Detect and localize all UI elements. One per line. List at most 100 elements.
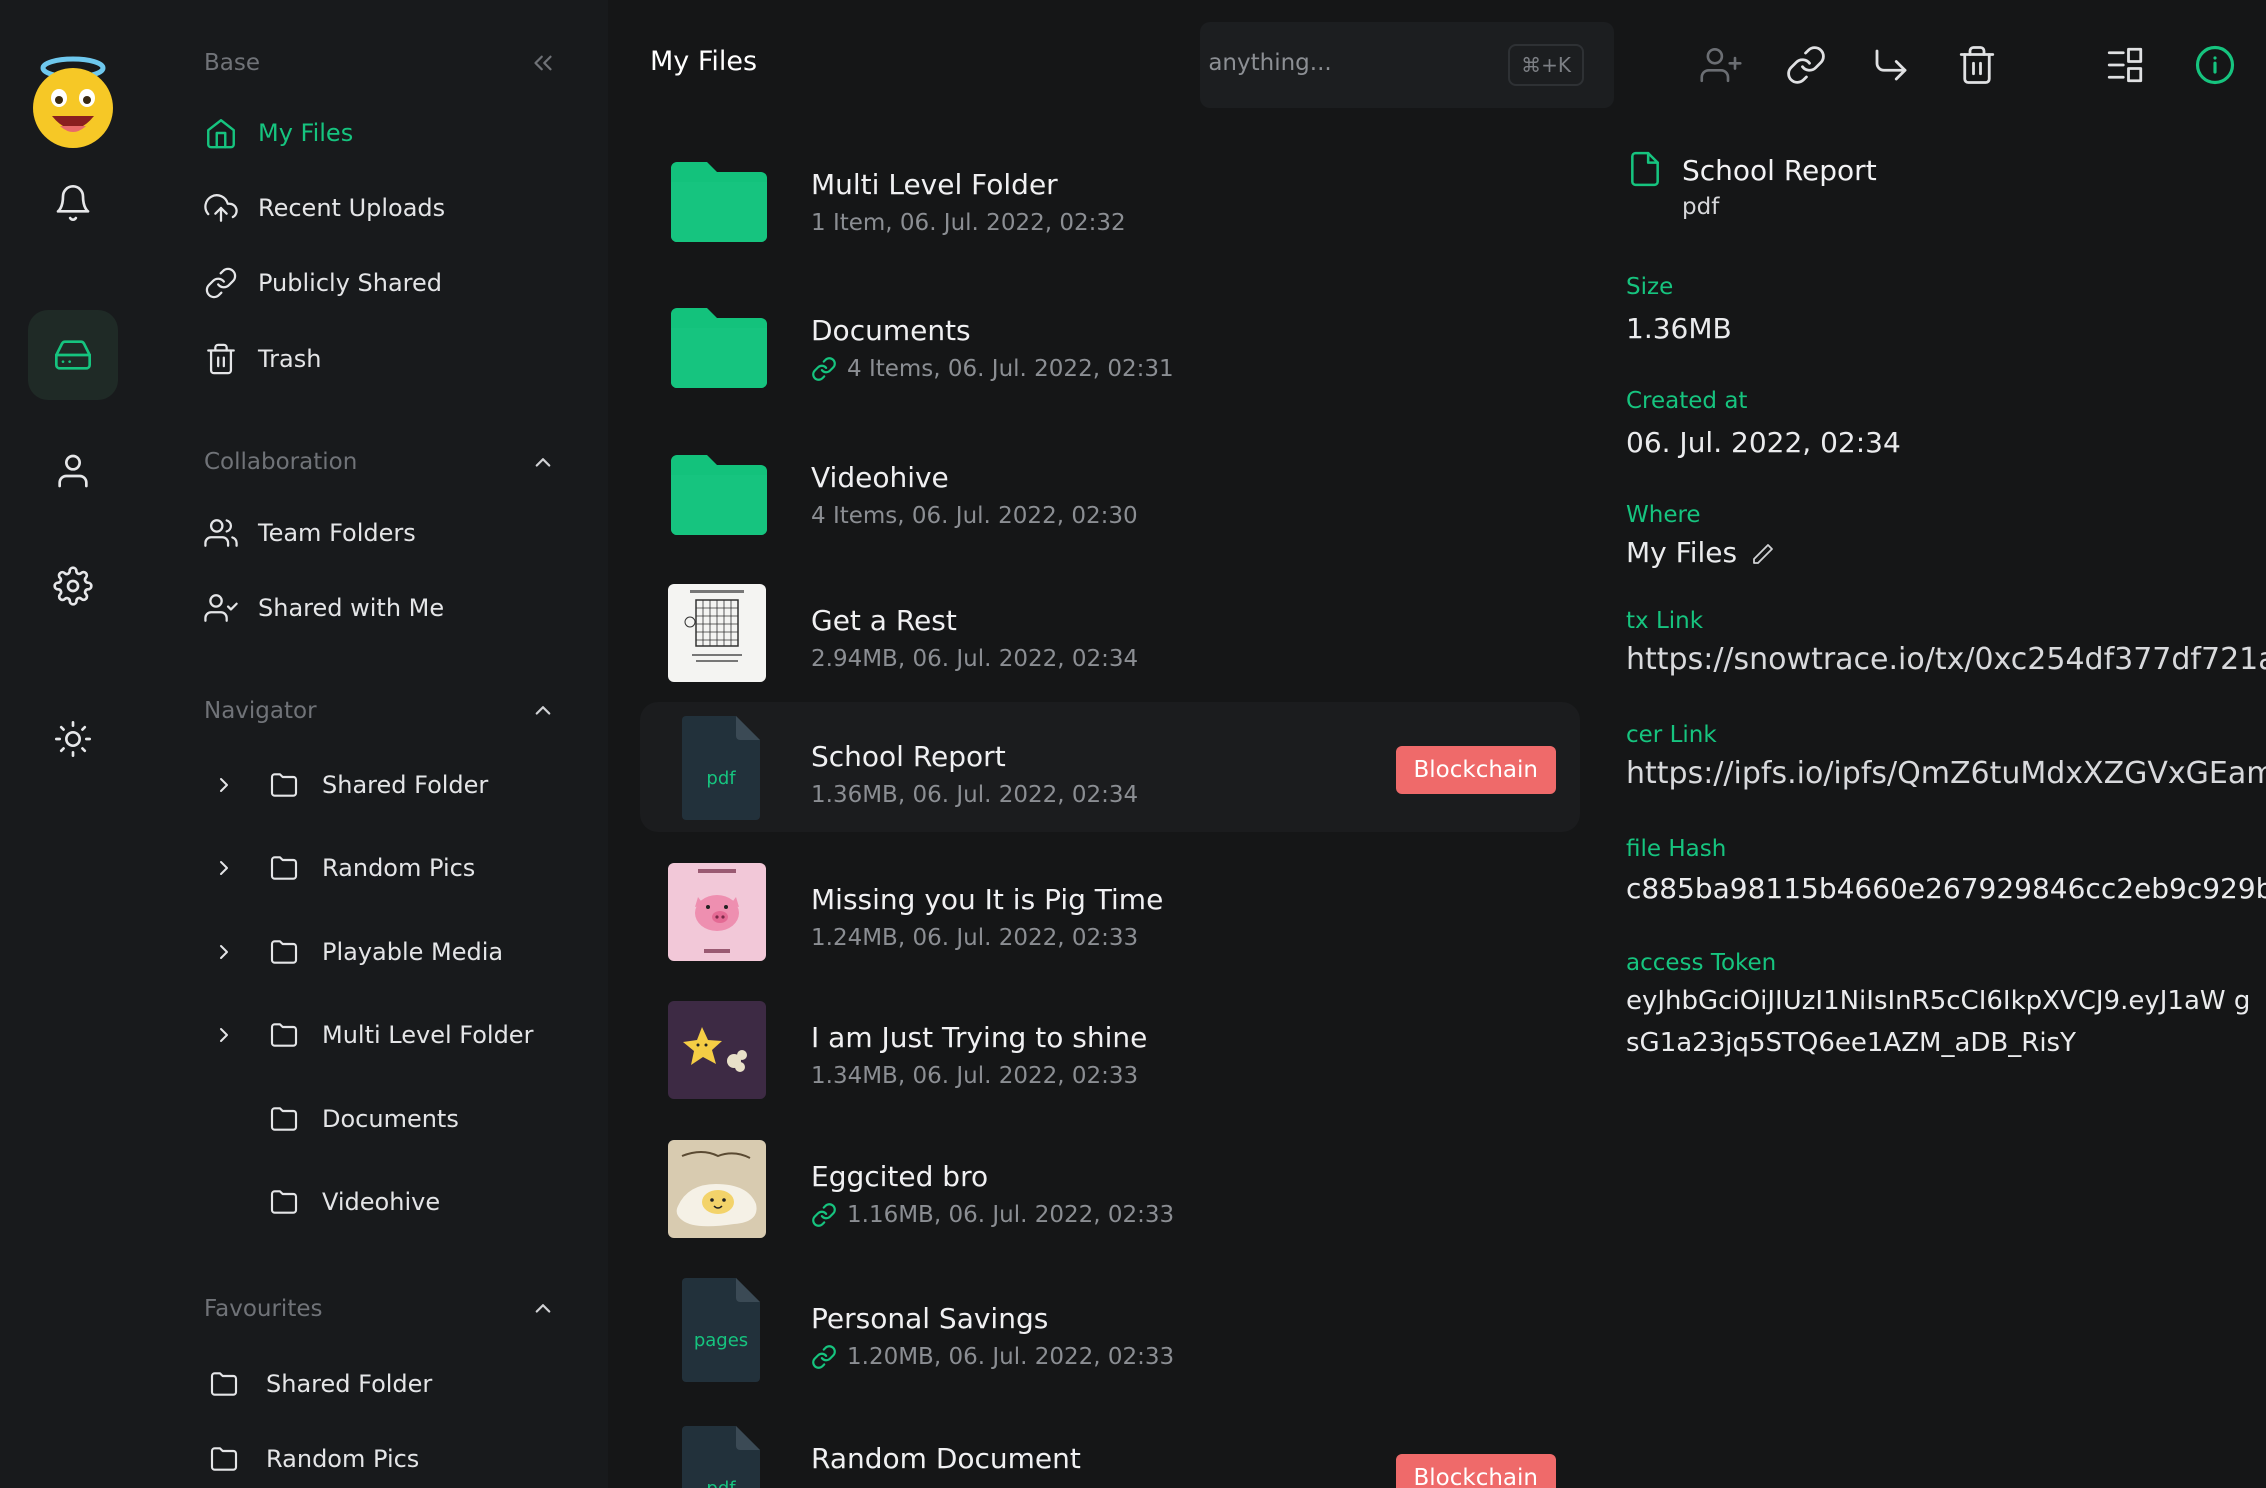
file-meta: 1.36MB, 06. Jul. 2022, 02:34 [811, 782, 1138, 808]
navigator-item-videohive[interactable]: Videohive [266, 1177, 440, 1227]
file-name: Documents [811, 314, 971, 347]
chevron-right-icon[interactable] [212, 856, 236, 880]
navigator-item-shared-folder[interactable]: Shared Folder [212, 760, 488, 810]
file-name: I am Just Trying to shine [811, 1021, 1148, 1054]
file-meta-text: 2.94MB, 06. Jul. 2022, 02:34 [811, 646, 1139, 672]
drive-icon[interactable] [28, 310, 118, 400]
sidebar-item-trash[interactable]: Trash [204, 334, 321, 384]
document-icon: pdf [682, 716, 760, 820]
avatar[interactable] [30, 52, 116, 150]
sidebar-item-team-folders[interactable]: Team Folders [204, 508, 416, 558]
navigator-item-label: Multi Level Folder [322, 1021, 534, 1049]
file-name: Get a Rest [811, 604, 957, 637]
user-icon[interactable] [28, 426, 118, 516]
file-extension: pdf [706, 768, 736, 789]
detail-size-value: 1.36MB [1626, 312, 1732, 345]
navigator-item-random-pics[interactable]: Random Pics [212, 843, 475, 893]
file-row-documents[interactable]: Documents 4 Items, 06. Jul. 2022, 02:31 [640, 276, 1580, 406]
folder-icon [270, 1107, 298, 1131]
sun-icon[interactable] [28, 694, 118, 784]
file-meta-text: 4 Items, 06. Jul. 2022, 02:30 [811, 503, 1138, 529]
user-check-icon [204, 594, 238, 622]
image-thumbnail [668, 1001, 766, 1099]
section-title-navigator: Navigator [204, 698, 317, 724]
file-icon [1631, 151, 1659, 187]
link-icon [812, 1345, 836, 1369]
link-icon [812, 1203, 836, 1227]
file-meta-text: 1.36MB, 06. Jul. 2022, 02:34 [811, 782, 1139, 808]
chevron-right-icon[interactable] [212, 1023, 236, 1047]
chevron-right-icon[interactable] [212, 773, 236, 797]
chevron-up-icon[interactable] [528, 696, 558, 726]
home-icon [207, 119, 235, 149]
file-row-multi-level-folder[interactable]: Multi Level Folder 1 Item, 06. Jul. 2022… [640, 130, 1580, 260]
detail-where-value[interactable]: My Files [1626, 536, 2266, 569]
search-input[interactable]: Search anything... ⌘+K [1200, 22, 1614, 108]
file-meta-text: 1.34MB, 06. Jul. 2022, 02:33 [811, 1063, 1139, 1089]
file-meta-text: 1 Item, 06. Jul. 2022, 02:32 [811, 210, 1126, 236]
section-title-base: Base [204, 50, 261, 76]
sidebar-item-shared-with-me[interactable]: Shared with Me [204, 583, 444, 633]
detail-cer-link[interactable]: https://ipfs.io/ipfs/QmZ6tuMdxXZGVxGEam [1626, 756, 2266, 791]
blockchain-badge: Blockchain [1395, 1454, 1556, 1488]
file-meta: 1.20MB, 06. Jul. 2022, 02:33 [811, 1344, 1174, 1370]
file-name: Missing you It is Pig Time [811, 883, 1164, 916]
folder-icon [270, 940, 298, 964]
navigator-item-label: Shared Folder [322, 771, 489, 799]
file-row-trying-to-shine[interactable]: I am Just Trying to shine 1.34MB, 06. Ju… [640, 983, 1580, 1113]
file-row-personal-savings[interactable]: pages Personal Savings 1.20MB, 06. Jul. … [640, 1264, 1580, 1394]
folder-icon [671, 308, 767, 388]
navigator-item-documents[interactable]: Documents [266, 1094, 459, 1144]
section-title-favourites: Favourites [204, 1296, 323, 1322]
users-icon [204, 519, 238, 547]
file-meta-text: 1.16MB, 06. Jul. 2022, 02:33 [847, 1202, 1175, 1228]
file-meta: 4 Items, 06. Jul. 2022, 02:31 [811, 356, 1174, 382]
folder-icon [671, 162, 767, 242]
link-icon [812, 357, 836, 381]
file-name: Personal Savings [811, 1302, 1049, 1335]
app-rail [0, 0, 156, 1488]
sidebar-item-label: Shared with Me [258, 594, 445, 622]
sidebar: Base My Files Recent Uploads Publicly Sh… [156, 0, 608, 1488]
document-icon: pdf [682, 1426, 760, 1488]
file-name: Random Document [811, 1442, 1081, 1475]
file-meta: 1.16MB, 06. Jul. 2022, 02:33 [811, 1202, 1174, 1228]
sidebar-item-label: Team Folders [258, 519, 416, 547]
chevron-up-icon[interactable] [528, 448, 558, 478]
file-row-random-document[interactable]: pdf Random Document Blockchain [640, 1410, 1580, 1488]
sidebar-item-recent-uploads[interactable]: Recent Uploads [204, 183, 445, 233]
detail-tx-label: tx Link [1626, 608, 1704, 634]
file-meta-text: 4 Items, 06. Jul. 2022, 02:31 [847, 356, 1174, 382]
folder-icon [210, 1372, 238, 1396]
favourite-item-random-pics[interactable]: Random Pics [206, 1434, 419, 1484]
gear-icon[interactable] [28, 541, 118, 631]
chevron-right-icon[interactable] [212, 940, 236, 964]
detail-where-label: Where [1626, 502, 1701, 528]
chevron-up-icon[interactable] [528, 1294, 558, 1324]
search-shortcut: ⌘+K [1508, 44, 1584, 86]
image-thumbnail [668, 1140, 766, 1238]
search-placeholder: Search anything... [1200, 50, 1332, 76]
file-row-get-a-rest[interactable]: Get a Rest 2.94MB, 06. Jul. 2022, 02:34 [640, 566, 1580, 696]
folder-icon [270, 1023, 298, 1047]
section-title-collaboration: Collaboration [204, 449, 358, 475]
favourite-item-shared-folder[interactable]: Shared Folder [206, 1359, 432, 1409]
detail-tx-link[interactable]: https://snowtrace.io/tx/0xc254df377df721… [1626, 642, 2266, 677]
file-meta: 2.94MB, 06. Jul. 2022, 02:34 [811, 646, 1138, 672]
file-row-school-report[interactable]: pdf School Report 1.36MB, 06. Jul. 2022,… [640, 702, 1580, 832]
sidebar-item-publicly-shared[interactable]: Publicly Shared [204, 258, 442, 308]
file-row-eggcited-bro[interactable]: Eggcited bro 1.16MB, 06. Jul. 2022, 02:3… [640, 1122, 1580, 1252]
navigator-item-multi-level-folder[interactable]: Multi Level Folder [212, 1010, 533, 1060]
navigator-item-playable-media[interactable]: Playable Media [212, 927, 503, 977]
link-icon [205, 267, 237, 299]
trash-icon [207, 343, 235, 375]
file-row-pig-time[interactable]: Missing you It is Pig Time 1.24MB, 06. J… [640, 845, 1580, 975]
navigator-item-label: Documents [322, 1105, 459, 1133]
collapse-sidebar-icon[interactable] [528, 48, 558, 78]
bell-icon[interactable] [28, 158, 118, 248]
file-row-videohive[interactable]: Videohive 4 Items, 06. Jul. 2022, 02:30 [640, 423, 1580, 553]
sidebar-item-label: Recent Uploads [258, 194, 446, 222]
detail-cer-label: cer Link [1626, 722, 1717, 748]
sidebar-item-my-files[interactable]: My Files [204, 108, 353, 158]
pencil-icon[interactable] [1751, 542, 1775, 566]
